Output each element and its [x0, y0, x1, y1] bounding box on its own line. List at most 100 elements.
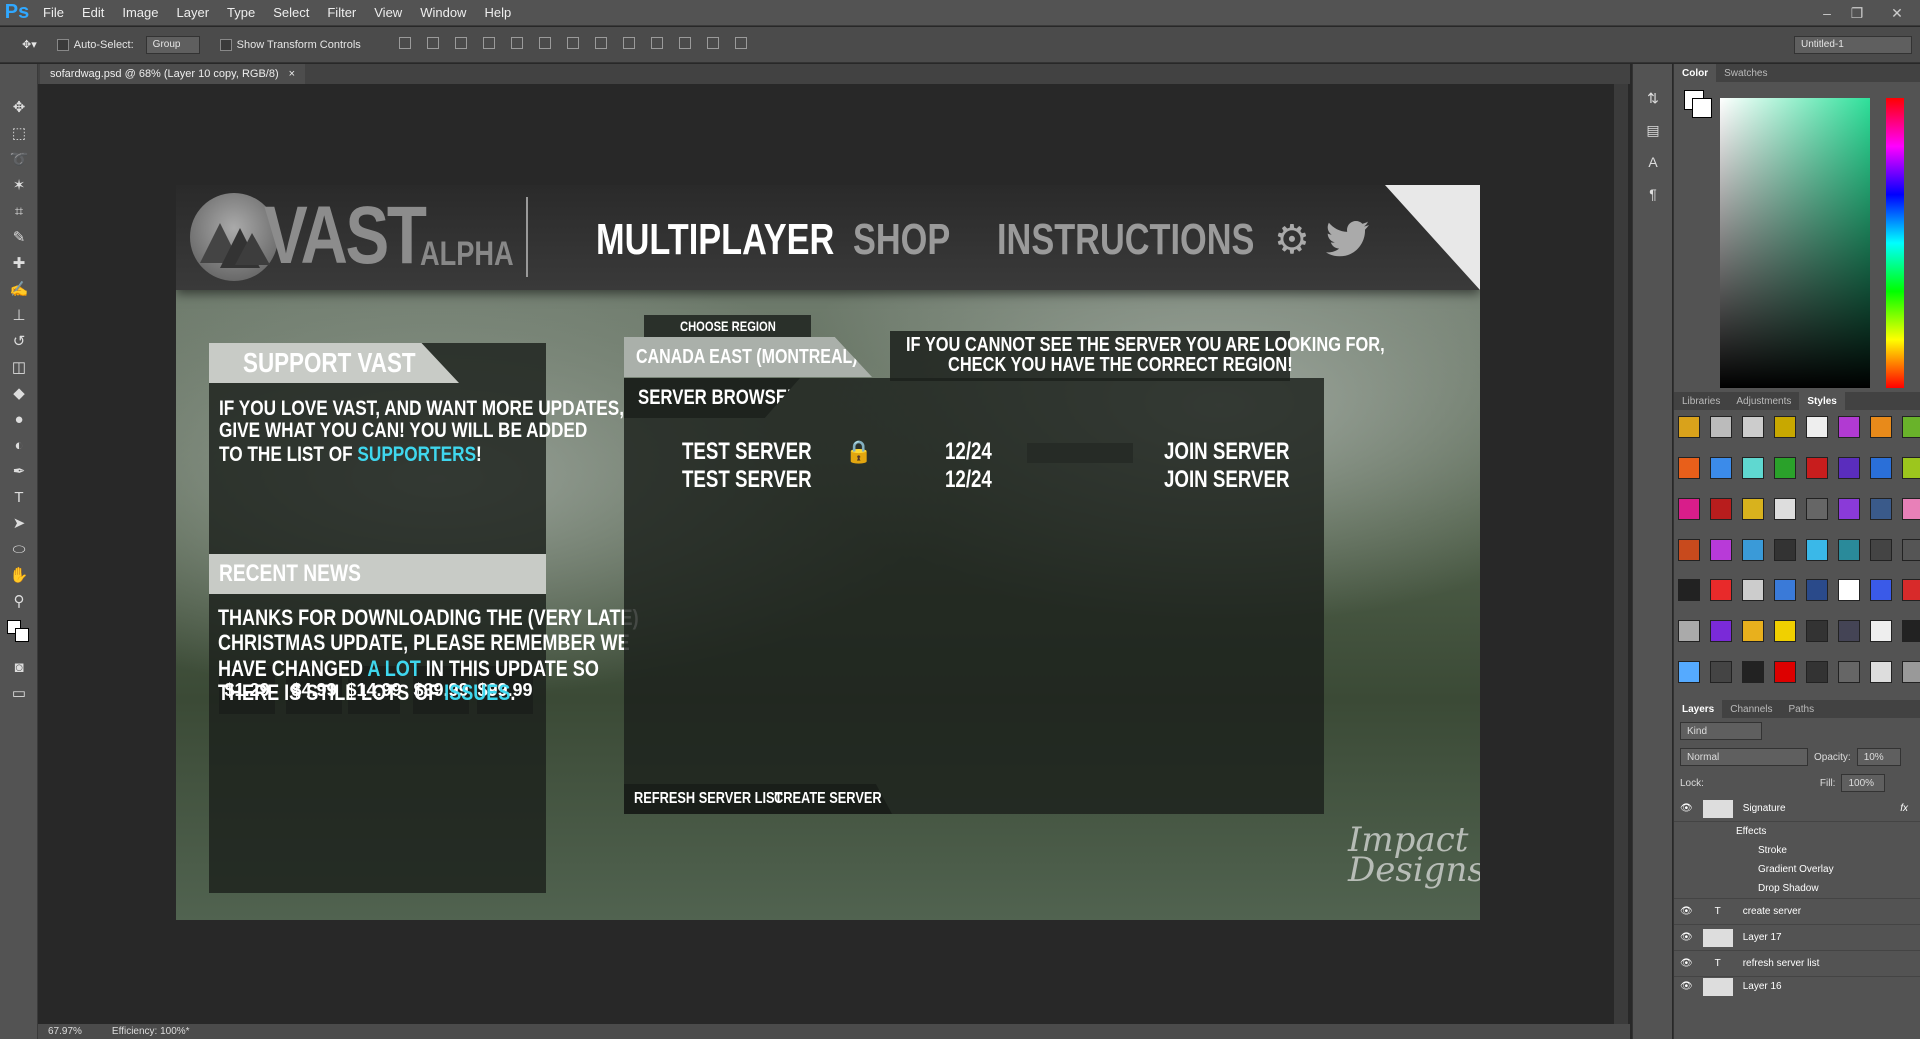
- style-swatch[interactable]: [1838, 497, 1860, 520]
- menu-help[interactable]: Help: [475, 5, 520, 20]
- region-select[interactable]: CANADA EAST (MONTREAL): [624, 337, 872, 377]
- style-swatch[interactable]: [1710, 538, 1732, 561]
- restore-icon[interactable]: ❐: [1842, 0, 1872, 26]
- style-swatch[interactable]: [1870, 497, 1892, 520]
- gear-icon[interactable]: ⚙: [1274, 217, 1310, 263]
- quick-mask-icon[interactable]: ◙: [0, 654, 38, 680]
- path-select-icon[interactable]: ➤: [0, 510, 38, 536]
- workspace-select[interactable]: Untitled-1: [1794, 35, 1912, 54]
- style-swatch[interactable]: [1870, 416, 1892, 438]
- menu-view[interactable]: View: [365, 5, 411, 20]
- style-swatch[interactable]: [1742, 497, 1764, 520]
- style-swatch[interactable]: [1710, 620, 1732, 643]
- style-swatch[interactable]: [1710, 579, 1732, 602]
- brush-tool-icon[interactable]: ✍: [0, 276, 38, 302]
- menu-image[interactable]: Image: [113, 5, 167, 20]
- server-name[interactable]: TEST SERVER: [682, 438, 812, 466]
- style-swatch[interactable]: [1902, 416, 1920, 438]
- style-swatch[interactable]: [1742, 579, 1764, 602]
- history-icon[interactable]: ⇅: [1633, 82, 1673, 114]
- bucket-tool-icon[interactable]: ◆: [0, 380, 38, 406]
- style-swatch[interactable]: [1870, 579, 1892, 602]
- menu-filter[interactable]: Filter: [318, 5, 365, 20]
- style-swatch[interactable]: [1678, 416, 1700, 438]
- fill-input[interactable]: 100%: [1841, 774, 1886, 792]
- show-transform-checkbox[interactable]: [219, 38, 232, 51]
- style-swatch[interactable]: [1678, 497, 1700, 520]
- zoom-tool-icon[interactable]: ⚲: [0, 588, 38, 614]
- style-swatch[interactable]: [1902, 620, 1920, 643]
- menu-select[interactable]: Select: [264, 5, 318, 20]
- background-swatch[interactable]: [1692, 98, 1712, 118]
- tab-paths[interactable]: Paths: [1781, 700, 1823, 718]
- style-swatch[interactable]: [1774, 456, 1796, 479]
- style-swatch[interactable]: [1870, 456, 1892, 479]
- stamp-tool-icon[interactable]: ⊥: [0, 302, 38, 328]
- join-server-button[interactable]: JOIN SERVER: [1164, 438, 1290, 466]
- blend-mode-select[interactable]: Normal: [1680, 748, 1808, 766]
- paragraph-icon[interactable]: ¶: [1633, 178, 1673, 210]
- effects-row[interactable]: Effects: [1674, 822, 1920, 841]
- style-swatch[interactable]: [1902, 661, 1920, 684]
- style-swatch[interactable]: [1678, 661, 1700, 684]
- style-swatch[interactable]: [1870, 620, 1892, 643]
- vertical-scrollbar[interactable]: [1614, 84, 1628, 1024]
- server-name[interactable]: TEST SERVER: [682, 466, 812, 494]
- style-swatch[interactable]: [1806, 416, 1828, 438]
- eraser-tool-icon[interactable]: ◫: [0, 354, 38, 380]
- tab-color[interactable]: Color: [1674, 64, 1717, 82]
- style-swatch[interactable]: [1902, 579, 1920, 602]
- style-swatch[interactable]: [1838, 579, 1860, 602]
- nav-shop[interactable]: SHOP: [853, 215, 950, 265]
- nav-multiplayer[interactable]: MULTIPLAYER: [596, 215, 834, 265]
- eyedropper-icon[interactable]: ✎: [0, 224, 38, 250]
- supporters-link[interactable]: SUPPORTERS: [357, 443, 476, 466]
- style-swatch[interactable]: [1710, 416, 1732, 438]
- style-swatch[interactable]: [1870, 661, 1892, 684]
- refresh-server-list-button[interactable]: REFRESH SERVER LIST: [634, 790, 782, 808]
- tab-adjustments[interactable]: Adjustments: [1728, 392, 1799, 410]
- kind-filter[interactable]: Kind: [1680, 722, 1762, 740]
- hue-slider[interactable]: [1886, 98, 1904, 388]
- style-swatch[interactable]: [1774, 497, 1796, 520]
- style-swatch[interactable]: [1806, 497, 1828, 520]
- properties-icon[interactable]: ▤: [1633, 114, 1673, 146]
- style-swatch[interactable]: [1774, 579, 1796, 602]
- join-server-button[interactable]: JOIN SERVER: [1164, 466, 1290, 494]
- tab-styles[interactable]: Styles: [1799, 392, 1845, 410]
- style-swatch[interactable]: [1870, 538, 1892, 561]
- character-icon[interactable]: A: [1633, 146, 1673, 178]
- style-swatch[interactable]: [1838, 620, 1860, 643]
- style-swatch[interactable]: [1774, 538, 1796, 561]
- tab-close-icon[interactable]: ×: [289, 68, 295, 80]
- style-swatch[interactable]: [1806, 538, 1828, 561]
- create-server-button[interactable]: CREATE SERVER: [774, 790, 882, 808]
- tab-channels[interactable]: Channels: [1722, 700, 1780, 718]
- style-swatch[interactable]: [1742, 538, 1764, 561]
- magic-wand-icon[interactable]: ✶: [0, 172, 38, 198]
- auto-select-checkbox[interactable]: [56, 38, 69, 51]
- healing-brush-icon[interactable]: ✚: [0, 250, 38, 276]
- style-swatch[interactable]: [1710, 497, 1732, 520]
- layer-row[interactable]: 👁 Layer 16: [1674, 976, 1920, 996]
- style-swatch[interactable]: [1742, 416, 1764, 438]
- style-swatch[interactable]: [1742, 661, 1764, 684]
- style-swatch[interactable]: [1774, 620, 1796, 643]
- opacity-input[interactable]: 10%: [1856, 748, 1901, 766]
- hand-tool-icon[interactable]: ✋: [0, 562, 38, 588]
- nav-instructions[interactable]: INSTRUCTIONS: [997, 215, 1254, 265]
- effect-row[interactable]: Stroke: [1674, 841, 1920, 860]
- style-swatch[interactable]: [1838, 416, 1860, 438]
- style-swatch[interactable]: [1678, 538, 1700, 561]
- pen-tool-icon[interactable]: ✒: [0, 458, 38, 484]
- menu-window[interactable]: Window: [411, 5, 475, 20]
- style-swatch[interactable]: [1806, 661, 1828, 684]
- document-tab[interactable]: sofardwag.psd @ 68% (Layer 10 copy, RGB/…: [40, 64, 306, 84]
- style-swatch[interactable]: [1806, 620, 1828, 643]
- style-swatch[interactable]: [1742, 620, 1764, 643]
- style-swatch[interactable]: [1774, 661, 1796, 684]
- layer-row[interactable]: 👁 Layer 17: [1674, 924, 1920, 950]
- dodge-tool-icon[interactable]: ◐: [0, 432, 38, 458]
- menu-file[interactable]: File: [34, 5, 73, 20]
- close-icon[interactable]: ✕: [1882, 0, 1912, 26]
